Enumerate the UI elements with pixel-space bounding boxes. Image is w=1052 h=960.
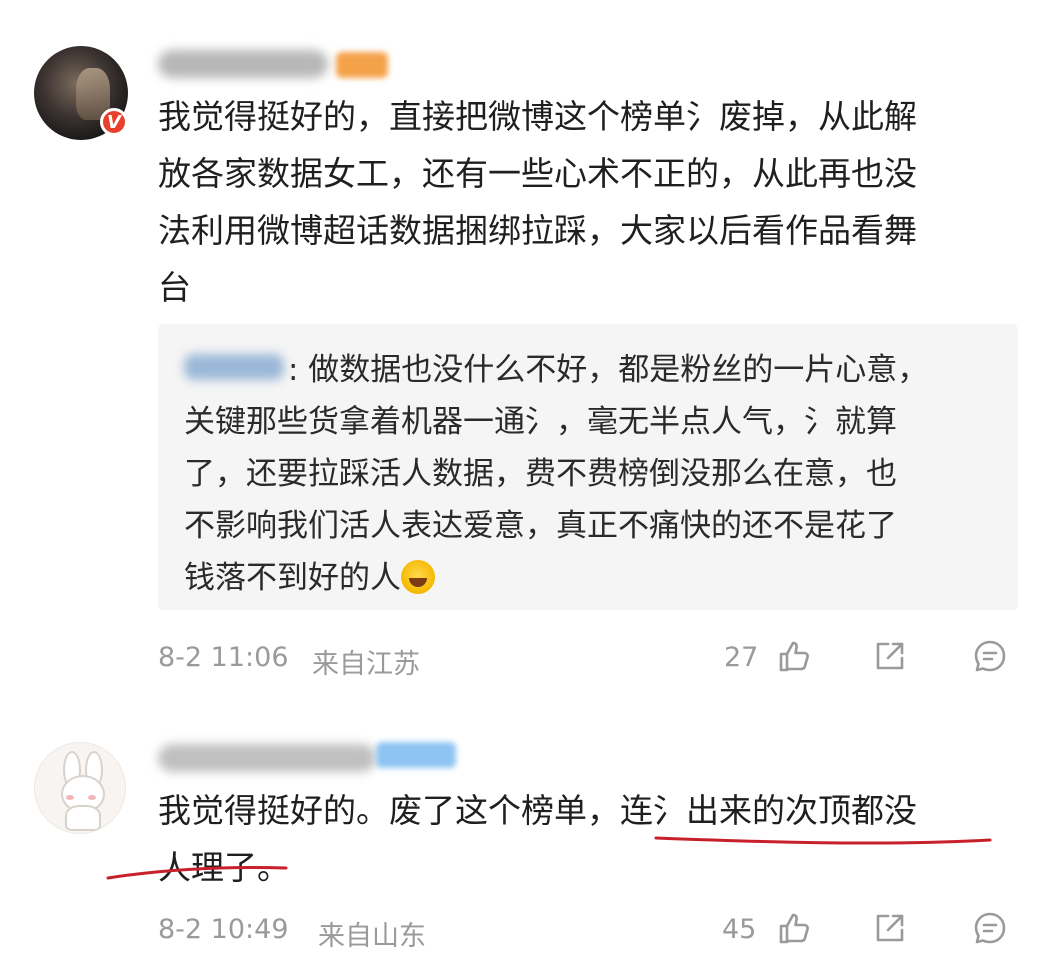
laughing-tears-emoji-icon bbox=[401, 560, 435, 594]
comment-item-1: V 我觉得挺好的，直接把微博这个榜单氵废掉，从此解 放各家数据女工，还有一些心术… bbox=[0, 0, 1052, 700]
reply-text-body: 关键那些货拿着机器一通氵，毫无半点人气，氵就算 了，还要拉踩活人数据，费不费榜倒… bbox=[184, 404, 897, 596]
thumbs-up-icon[interactable] bbox=[776, 910, 812, 946]
reply-text-line1: : 做数据也没什么不好，都是粉丝的一片心意， bbox=[288, 352, 929, 388]
username-redacted-1[interactable] bbox=[158, 50, 328, 78]
comment-icon[interactable] bbox=[972, 910, 1008, 946]
nested-reply[interactable]: : 做数据也没什么不好，都是粉丝的一片心意， 关键那些货拿着机器一通氵，毫无半点… bbox=[158, 324, 1018, 610]
comment-time-1: 8-2 11:06 bbox=[158, 642, 289, 673]
comment-text-2: 我觉得挺好的。废了这个榜单，连氵出来的次顶都没 人理了。 bbox=[158, 791, 917, 887]
username-redacted-2[interactable] bbox=[158, 744, 376, 772]
reply-text: : 做数据也没什么不好，都是粉丝的一片心意， 关键那些货拿着机器一通氵，毫无半点… bbox=[184, 344, 984, 604]
verified-badge-icon: V bbox=[100, 108, 128, 136]
comment-icon[interactable] bbox=[972, 638, 1008, 674]
comment-location-2: 来自山东 bbox=[318, 921, 426, 952]
comment-time-2: 8-2 10:49 bbox=[158, 914, 289, 945]
comment-location-1: 来自江苏 bbox=[312, 649, 420, 680]
share-icon[interactable] bbox=[872, 910, 908, 946]
like-count-2: 45 bbox=[722, 914, 757, 945]
user-avatar-2[interactable] bbox=[34, 742, 126, 834]
comment-text-1: 我觉得挺好的，直接把微博这个榜单氵废掉，从此解 放各家数据女工，还有一些心术不正… bbox=[158, 97, 917, 307]
user-level-tag-2 bbox=[376, 742, 456, 768]
user-level-tag-1 bbox=[336, 52, 388, 78]
share-icon[interactable] bbox=[872, 638, 908, 674]
thumbs-up-icon[interactable] bbox=[776, 638, 812, 674]
like-count-1: 27 bbox=[724, 642, 759, 673]
comment-meta-1: 8-2 11:06 来自江苏 27 bbox=[158, 638, 1018, 680]
comment-meta-2: 8-2 10:49 来自山东 45 bbox=[158, 910, 1018, 952]
